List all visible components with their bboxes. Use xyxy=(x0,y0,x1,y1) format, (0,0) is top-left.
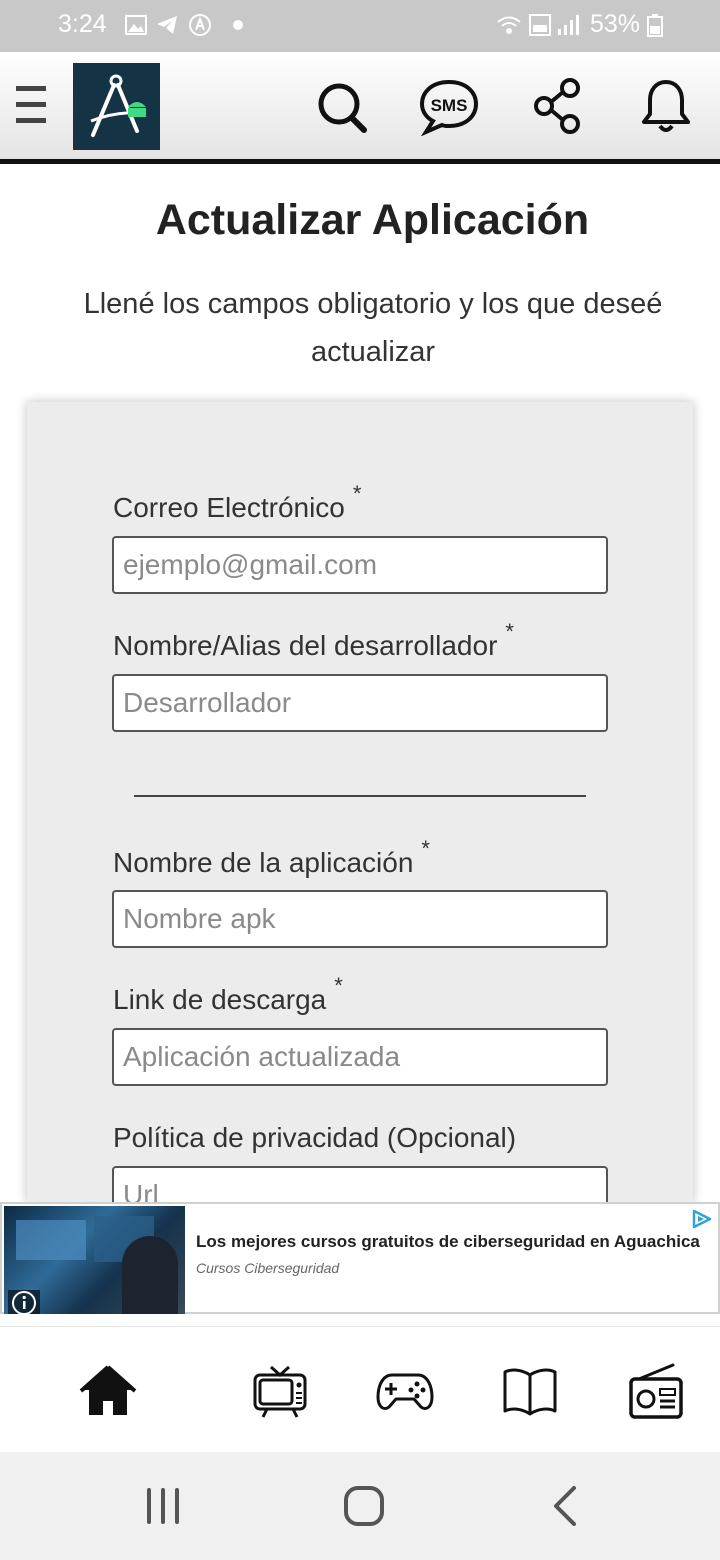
update-form: Correo Electrónico* Nombre/Alias del des… xyxy=(27,402,693,1224)
page-subtitle: Llené los campos obligatorio y los que d… xyxy=(83,288,663,368)
battery-icon xyxy=(647,14,663,37)
auto-icon xyxy=(189,14,211,36)
status-bar: 3:24 53% xyxy=(0,0,720,52)
info-icon[interactable] xyxy=(8,1290,40,1314)
form-divider xyxy=(134,795,586,797)
required-marker: * xyxy=(334,973,343,998)
email-field[interactable] xyxy=(112,536,608,594)
bottom-nav xyxy=(0,1326,720,1452)
email-label: Correo Electrónico * xyxy=(113,481,362,523)
required-marker: * xyxy=(505,619,514,644)
ad-title[interactable]: Los mejores cursos gratuitos de ciberseg… xyxy=(196,1232,700,1252)
recent-apps-icon[interactable] xyxy=(139,1482,187,1530)
share-icon[interactable] xyxy=(530,76,586,136)
ad-source: Cursos Ciberseguridad xyxy=(196,1260,340,1276)
wifi-icon xyxy=(497,16,521,34)
radio-icon[interactable] xyxy=(627,1363,685,1419)
back-icon[interactable] xyxy=(542,1482,590,1530)
system-nav-bar xyxy=(0,1452,720,1560)
app-name-label: Nombre de la aplicación * xyxy=(113,836,430,878)
signal-icon xyxy=(558,15,579,35)
compass-logo-icon xyxy=(90,74,146,137)
book-icon[interactable] xyxy=(501,1363,559,1419)
developer-label: Nombre/Alias del desarrollador * xyxy=(113,619,514,661)
gallery-icon xyxy=(125,15,147,35)
bell-icon[interactable] xyxy=(638,76,694,136)
search-icon[interactable] xyxy=(314,76,370,136)
developer-field[interactable] xyxy=(112,674,608,732)
required-marker: * xyxy=(421,836,430,861)
app-name-field[interactable] xyxy=(112,890,608,948)
gamepad-icon[interactable] xyxy=(376,1363,434,1419)
tv-icon[interactable] xyxy=(251,1363,309,1419)
download-link-field[interactable] xyxy=(112,1028,608,1086)
ad-banner[interactable]: Los mejores cursos gratuitos de ciberseg… xyxy=(0,1202,720,1314)
volte-icon xyxy=(529,14,551,36)
app-header: SMS xyxy=(0,52,720,164)
ad-image[interactable] xyxy=(4,1206,185,1314)
home-icon[interactable] xyxy=(79,1363,137,1419)
page-title: Actualizar Aplicación xyxy=(155,196,590,244)
privacy-label: Política de privacidad (Opcional) xyxy=(113,1122,517,1153)
app-logo[interactable] xyxy=(73,63,160,150)
menu-icon[interactable] xyxy=(16,86,46,126)
download-link-label: Link de descarga * xyxy=(113,973,343,1015)
sms-label: SMS xyxy=(431,96,468,115)
ad-choices-icon[interactable] xyxy=(690,1208,714,1230)
telegram-icon xyxy=(157,16,177,34)
battery-percent: 53% xyxy=(590,10,641,38)
sms-icon[interactable]: SMS xyxy=(418,76,480,136)
required-marker: * xyxy=(352,481,362,506)
notification-dot-icon xyxy=(233,20,243,30)
status-time: 3:24 xyxy=(58,10,107,38)
home-button-icon[interactable] xyxy=(340,1482,388,1530)
